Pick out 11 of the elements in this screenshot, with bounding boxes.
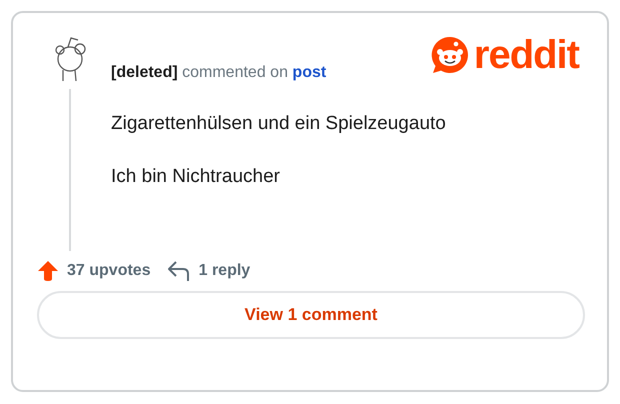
comment-text: Zigarettenhülsen und ein Spielzeugauto: [111, 113, 447, 136]
reply-icon[interactable]: [166, 260, 191, 282]
comment-meta: [deleted] commented on post: [111, 63, 326, 83]
upvote-count: 37 upvotes: [67, 261, 151, 281]
logo-icon: [430, 35, 470, 75]
view-comments-button[interactable]: View 1 comment: [37, 291, 585, 339]
post-link[interactable]: post: [292, 64, 326, 81]
reply-count[interactable]: 1 reply: [198, 259, 250, 283]
logo-wordmark: reddit: [474, 35, 579, 75]
upvote-icon[interactable]: [37, 260, 59, 282]
comment-text: Ich bin Nichtraucher: [111, 166, 281, 189]
